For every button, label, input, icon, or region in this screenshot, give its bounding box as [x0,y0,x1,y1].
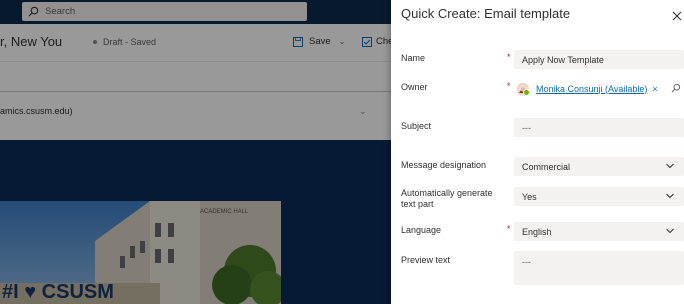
auto-generate-text-label: Automatically generate text part [401,188,493,209]
auto-generate-text-select[interactable]: Yes [514,187,684,206]
avatar [517,82,530,96]
owner-label: Owner [401,82,428,92]
close-button[interactable] [671,10,683,22]
language-label: Language [401,225,442,235]
owner-required-mark: * [507,81,511,91]
chevron-down-icon [666,228,674,234]
auto-generate-text-value: Yes [522,191,537,202]
name-field[interactable]: Apply Now Template [514,50,684,69]
subject-label: Subject [401,121,432,131]
message-designation-select[interactable]: Commercial [514,157,684,176]
preview-text-field[interactable]: --- [514,251,684,285]
language-value: English [522,226,552,237]
presence-available-icon [523,88,530,96]
message-designation-value: Commercial [522,161,571,172]
chevron-down-icon [666,163,674,169]
name-label: Name [401,53,426,63]
owner-link[interactable]: Monika Consunji (Available) [536,84,647,94]
preview-text-label: Preview text [401,255,451,265]
lookup-search-icon[interactable] [671,83,681,93]
panel-title: Quick Create: Email template [401,6,571,21]
close-icon [672,11,682,21]
remove-owner-icon[interactable]: × [652,84,657,94]
language-required-mark: * [507,224,511,234]
modal-overlay[interactable] [0,0,391,304]
quick-create-panel: Quick Create: Email template Name * Appl… [391,0,684,304]
subject-field[interactable]: --- [514,118,684,137]
name-required-mark: * [507,52,511,62]
language-select[interactable]: English [514,222,684,241]
chevron-down-icon [666,193,674,199]
owner-lookup-field[interactable]: Monika Consunji (Available) × [514,79,684,98]
message-designation-label: Message designation [401,160,487,170]
